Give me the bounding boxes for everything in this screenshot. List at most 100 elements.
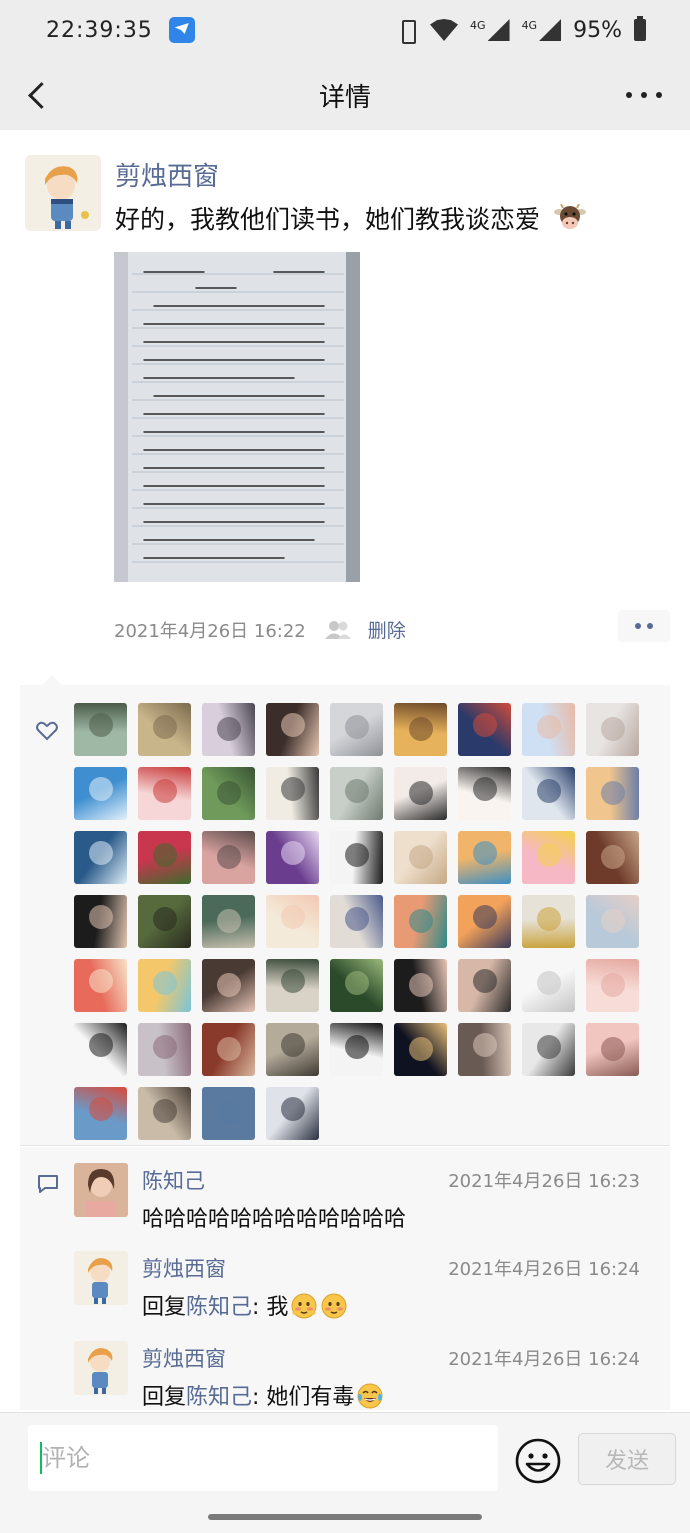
liker-avatar[interactable] <box>202 895 255 948</box>
liker-avatar[interactable] <box>138 831 191 884</box>
liker-avatar[interactable] <box>138 895 191 948</box>
liker-avatar[interactable] <box>138 703 191 756</box>
reply-target-name[interactable]: 陈知己 <box>186 1385 252 1410</box>
liker-avatar[interactable] <box>586 767 639 820</box>
commenter-avatar[interactable] <box>74 1251 128 1305</box>
liker-avatar[interactable] <box>330 959 383 1012</box>
post-text-content: 好的，我教他们读书，她们教我谈恋爱 <box>115 205 541 234</box>
liker-avatar[interactable] <box>586 895 639 948</box>
liker-avatar[interactable] <box>202 1087 255 1140</box>
comment-input[interactable] <box>42 1425 482 1491</box>
gesture-bar <box>0 1506 690 1533</box>
nav-bar: 详情 <box>0 60 690 130</box>
liker-avatar[interactable] <box>522 895 575 948</box>
post-time: 2021年4月26日 16:22 <box>114 620 306 642</box>
liker-avatar[interactable] <box>266 895 319 948</box>
commenter-avatar[interactable] <box>74 1163 128 1217</box>
commenter-name[interactable]: 剪烛西窗 <box>142 1253 226 1283</box>
liker-avatar[interactable] <box>586 1023 639 1076</box>
liker-avatar[interactable] <box>522 831 575 884</box>
delete-link[interactable]: 删除 <box>368 616 406 643</box>
liker-avatar[interactable] <box>458 1023 511 1076</box>
liker-avatar[interactable] <box>522 767 575 820</box>
liker-avatar[interactable] <box>394 1023 447 1076</box>
liker-avatar[interactable] <box>74 1087 127 1140</box>
like-comment-menu-button[interactable] <box>618 610 670 642</box>
liker-avatar[interactable] <box>586 831 639 884</box>
home-indicator[interactable] <box>208 1514 482 1520</box>
avatar-figure <box>280 841 305 865</box>
liker-avatar[interactable] <box>394 895 447 948</box>
avatar-figure <box>472 1033 497 1057</box>
liker-avatar[interactable] <box>138 1087 191 1140</box>
back-arrow-icon[interactable] <box>24 77 60 113</box>
avatar-figure <box>88 713 113 737</box>
liker-avatar[interactable] <box>138 767 191 820</box>
avatar-figure <box>344 779 369 803</box>
liker-avatar[interactable] <box>266 767 319 820</box>
commenter-name[interactable]: 剪烛西窗 <box>142 1343 226 1373</box>
comment-icon <box>37 1174 59 1194</box>
comment-item[interactable]: 剪烛西窗 2021年4月26日 16:24 回复陈知己: 我 <box>74 1251 654 1331</box>
post-author-name[interactable]: 剪烛西窗 <box>115 156 219 193</box>
liker-avatar[interactable] <box>202 767 255 820</box>
battery-icon <box>634 16 646 41</box>
signal-icon-1: 4G <box>470 19 510 41</box>
wifi-icon <box>430 19 459 41</box>
liker-avatar[interactable] <box>394 831 447 884</box>
liker-avatar[interactable] <box>522 1023 575 1076</box>
liker-avatar[interactable] <box>266 831 319 884</box>
post-photo[interactable] <box>114 252 360 582</box>
comment-field[interactable] <box>28 1425 498 1491</box>
comment-item[interactable]: 剪烛西窗 2021年4月26日 16:24 回复陈知己: 她们有毒 <box>74 1341 654 1421</box>
liker-avatar[interactable] <box>74 767 127 820</box>
reply-target-name[interactable]: 陈知己 <box>186 1295 252 1320</box>
cow-face-icon <box>554 203 587 232</box>
liker-avatar[interactable] <box>458 831 511 884</box>
liker-avatar[interactable] <box>522 959 575 1012</box>
liker-avatar[interactable] <box>458 959 511 1012</box>
commenter-avatar[interactable] <box>74 1341 128 1395</box>
more-options-icon[interactable] <box>626 80 662 110</box>
liker-avatar[interactable] <box>330 703 383 756</box>
liker-avatar[interactable] <box>74 1023 127 1076</box>
liker-avatar[interactable] <box>458 895 511 948</box>
liker-avatar[interactable] <box>202 1023 255 1076</box>
liker-avatar[interactable] <box>138 959 191 1012</box>
liker-avatar[interactable] <box>586 703 639 756</box>
liker-avatar[interactable] <box>266 703 319 756</box>
liker-avatar[interactable] <box>330 1023 383 1076</box>
liker-avatar[interactable] <box>458 703 511 756</box>
liker-avatar[interactable] <box>202 831 255 884</box>
liker-avatar[interactable] <box>394 767 447 820</box>
liker-avatar[interactable] <box>74 959 127 1012</box>
comment-item[interactable]: 陈知己 2021年4月26日 16:23 哈哈哈哈哈哈哈哈哈哈哈哈 <box>74 1163 654 1243</box>
liker-avatar[interactable] <box>74 703 127 756</box>
liker-avatar[interactable] <box>330 831 383 884</box>
liker-avatar[interactable] <box>266 1087 319 1140</box>
liker-avatar[interactable] <box>330 895 383 948</box>
commenter-name[interactable]: 陈知己 <box>142 1165 205 1195</box>
liker-avatar[interactable] <box>74 831 127 884</box>
avatar-figure <box>472 841 497 865</box>
liker-avatar[interactable] <box>330 767 383 820</box>
liker-avatar[interactable] <box>266 959 319 1012</box>
liker-avatar[interactable] <box>202 959 255 1012</box>
liker-avatar[interactable] <box>202 703 255 756</box>
avatar-figure <box>600 717 625 741</box>
liker-avatar[interactable] <box>522 703 575 756</box>
liker-avatar[interactable] <box>458 767 511 820</box>
emoji-icon[interactable] <box>514 1437 562 1485</box>
avatar-figure <box>280 969 305 993</box>
liker-avatar[interactable] <box>266 1023 319 1076</box>
send-button[interactable]: 发送 <box>578 1433 676 1485</box>
avatar-figure <box>472 905 497 929</box>
author-avatar[interactable] <box>25 155 101 231</box>
blushing-face-icon <box>290 1292 318 1320</box>
liker-avatar[interactable] <box>74 895 127 948</box>
liker-avatar[interactable] <box>586 959 639 1012</box>
liker-avatar[interactable] <box>394 959 447 1012</box>
liker-avatar[interactable] <box>394 703 447 756</box>
liker-avatar[interactable] <box>138 1023 191 1076</box>
avatar-figure <box>280 777 305 801</box>
